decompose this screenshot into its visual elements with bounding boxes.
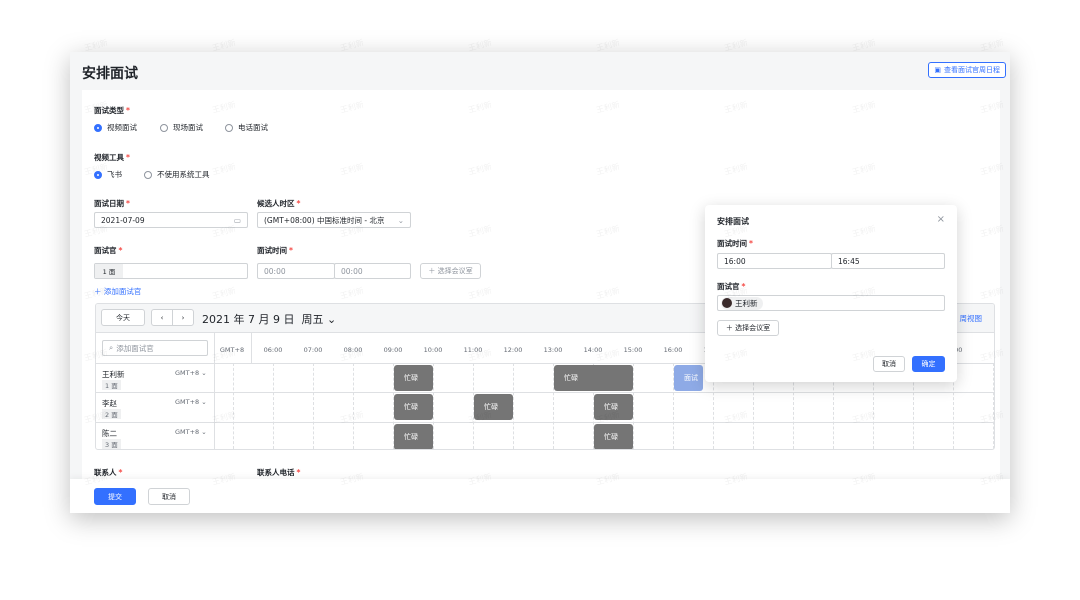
- radio-phone[interactable]: 电话面试: [225, 122, 268, 133]
- close-icon[interactable]: ×: [937, 214, 945, 225]
- interviewer-name: 李赵: [102, 399, 117, 409]
- popover-interviewer-input[interactable]: 王利新: [717, 295, 945, 311]
- busy-block[interactable]: 忙碌: [594, 394, 633, 421]
- search-icon: ⌕: [109, 343, 114, 352]
- radio-no-tool[interactable]: 不使用系统工具: [144, 169, 210, 180]
- round-tag: 1 面: [102, 380, 121, 390]
- chevron-down-icon: ⌄: [397, 215, 404, 225]
- interviewer-row: 李赵 2 面 GMT+8 ⌄ 忙碌 忙碌 忙碌: [96, 392, 994, 421]
- proposed-interview-slot[interactable]: 面试: [674, 365, 703, 391]
- week-view-link[interactable]: 周视图: [960, 313, 983, 324]
- time-label: 面试时间 *: [257, 246, 293, 255]
- view-week-schedule-label: 查看面试官周日程: [944, 66, 1000, 74]
- round-tag: 3 面: [102, 438, 121, 449]
- interviewer-name: 王利新: [102, 370, 125, 379]
- hour-label: 13:00: [543, 346, 563, 354]
- radio-feishu[interactable]: 飞书: [94, 169, 122, 180]
- busy-block[interactable]: 忙碌: [554, 365, 633, 391]
- start-time-input[interactable]: 00:00: [257, 263, 335, 279]
- view-week-schedule-button[interactable]: ▣ 查看面试官周日程: [928, 62, 1006, 78]
- contact-phone-label: 联系人电话 *: [257, 468, 301, 477]
- popover-time-label: 面试时间 *: [717, 239, 753, 248]
- interviewer-timezone-select[interactable]: GMT+8 ⌄: [175, 369, 207, 377]
- search-interviewer-input[interactable]: ⌕ 添加面试官: [102, 340, 208, 356]
- date-label: 面试日期 *: [94, 199, 130, 208]
- timezone-label: 候选人时区 *: [257, 199, 301, 208]
- hour-label: 14:00: [583, 346, 603, 354]
- date-picker[interactable]: 2021 年 7 月 9 日 周五 ⌄: [202, 311, 336, 327]
- hour-label: 10:00: [423, 346, 443, 354]
- interviewer-timezone-select[interactable]: GMT+8 ⌄: [175, 398, 207, 406]
- busy-block[interactable]: 忙碌: [394, 394, 433, 421]
- popover-title: 安排面试: [717, 217, 749, 226]
- hour-label: 16:00: [663, 346, 683, 354]
- schedule-popover: 安排面试 × 面试时间 * 16:00 16:45 面试官 * 王利新 ＋ 选择会议…: [705, 205, 957, 382]
- next-day-button[interactable]: ›: [172, 309, 194, 326]
- popover-end-time[interactable]: 16:45: [831, 253, 945, 269]
- busy-block[interactable]: 忙碌: [594, 423, 633, 449]
- hour-label: 06:00: [263, 346, 283, 354]
- busy-block[interactable]: 忙碌: [394, 423, 433, 449]
- hour-label: 07:00: [303, 346, 323, 354]
- popover-select-room-button[interactable]: ＋ 选择会议室: [717, 320, 779, 336]
- popover-interviewer-label: 面试官 *: [717, 282, 746, 291]
- select-room-button[interactable]: ＋ 选择会议室: [420, 263, 481, 279]
- interviewer-input[interactable]: 1 面: [94, 263, 248, 279]
- timezone-header: GMT+8: [219, 346, 245, 354]
- video-tool-label: 视频工具 *: [94, 153, 130, 162]
- end-time-input[interactable]: 00:00: [334, 263, 411, 279]
- busy-block[interactable]: 忙碌: [394, 365, 433, 391]
- radio-video[interactable]: 视频面试: [94, 122, 137, 133]
- submit-button[interactable]: 提交: [94, 488, 136, 505]
- round-tag: 2 面: [102, 409, 121, 420]
- hour-label: 12:00: [503, 346, 523, 354]
- interviewer-timezone-select[interactable]: GMT+8 ⌄: [175, 428, 207, 436]
- calendar-icon: ▣: [934, 66, 941, 74]
- prev-day-button[interactable]: ‹: [151, 309, 173, 326]
- add-interviewer-link[interactable]: ＋ 添加面试官: [94, 286, 141, 297]
- date-input[interactable]: 2021-07-09 ▭: [94, 212, 248, 228]
- avatar: [722, 298, 732, 308]
- calendar-icon: ▭: [233, 215, 241, 225]
- cancel-button[interactable]: 取消: [148, 488, 190, 505]
- interviewer-row: 陈二 3 面 GMT+8 ⌄ 忙碌 忙碌: [96, 421, 994, 449]
- popover-cancel-button[interactable]: 取消: [873, 356, 905, 372]
- timezone-select[interactable]: (GMT+08:00) 中国标准时间 - 北京 ⌄: [257, 212, 411, 228]
- hour-label: 08:00: [343, 346, 363, 354]
- round-tag: 1 面: [95, 264, 123, 278]
- hour-label: 15:00: [623, 346, 643, 354]
- footer: 提交 取消: [70, 479, 1010, 513]
- hour-label: 09:00: [383, 346, 403, 354]
- popover-confirm-button[interactable]: 确定: [912, 356, 945, 372]
- contact-label: 联系人 *: [94, 468, 123, 477]
- interviewer-label: 面试官 *: [94, 246, 123, 255]
- busy-block[interactable]: 忙碌: [474, 394, 513, 421]
- interviewer-name: 陈二: [102, 428, 117, 438]
- hour-label: 11:00: [463, 346, 483, 354]
- popover-start-time[interactable]: 16:00: [717, 253, 832, 269]
- today-button[interactable]: 今天: [101, 309, 145, 326]
- page-title: 安排面试: [82, 66, 138, 82]
- interviewer-chip[interactable]: 王利新: [721, 296, 763, 310]
- radio-onsite[interactable]: 现场面试: [160, 122, 203, 133]
- interview-type-label: 面试类型 *: [94, 106, 130, 115]
